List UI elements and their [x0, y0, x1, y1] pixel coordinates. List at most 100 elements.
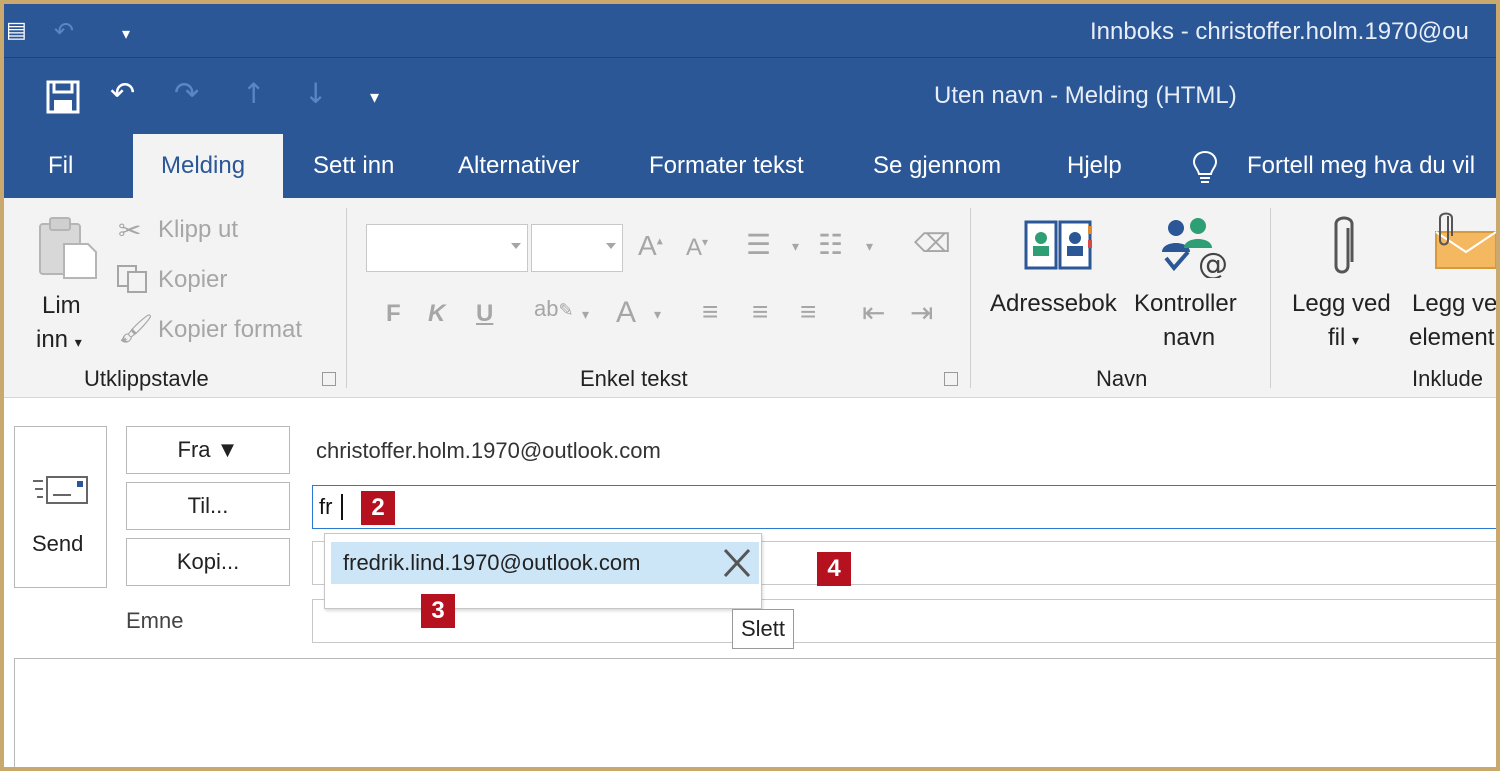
basic-text-launcher-icon[interactable]: [944, 372, 958, 386]
format-painter-button[interactable]: Kopier format: [158, 316, 302, 344]
attach-file-line1[interactable]: Legg ved: [1292, 290, 1391, 318]
tab-review[interactable]: Se gjennom: [873, 134, 1001, 198]
font-size-combo[interactable]: [531, 224, 623, 272]
tab-file[interactable]: Fil: [48, 134, 73, 198]
increase-indent-icon[interactable]: ⇥: [910, 296, 933, 329]
scissors-icon: ✂: [118, 215, 142, 246]
paste-label-line1[interactable]: Lim: [42, 292, 81, 320]
chevron-down-icon: ▾: [1352, 332, 1360, 348]
redo-icon[interactable]: ↷: [174, 79, 199, 109]
chevron-down-icon: ▾: [74, 334, 82, 350]
inbox-window-title: Innboks - christoffer.holm.1970@ou: [1090, 18, 1469, 45]
chevron-down-icon: [606, 243, 616, 249]
numbering-icon[interactable]: ☷: [818, 228, 843, 261]
include-group-label: Inklude: [1412, 366, 1483, 391]
customize-toolbar-icon[interactable]: ▾: [122, 22, 130, 46]
tab-message[interactable]: Melding: [133, 134, 283, 198]
names-group-label: Navn: [1096, 366, 1148, 391]
underline-button[interactable]: U: [476, 300, 493, 328]
send-envelope-icon: [33, 476, 88, 504]
check-names-line1[interactable]: Kontroller: [1134, 290, 1237, 318]
align-left-icon[interactable]: ≡: [702, 296, 718, 328]
chevron-down-icon[interactable]: ▾: [582, 306, 589, 323]
basic-text-group-label: Enkel tekst: [580, 366, 688, 391]
outlook-app-icon: ▤: [6, 18, 27, 43]
tell-me-search[interactable]: Fortell meg hva du vil: [1247, 134, 1475, 198]
autocomplete-item[interactable]: fredrik.lind.1970@outlook.com: [331, 542, 759, 584]
from-button[interactable]: Fra ▼: [126, 426, 290, 474]
format-painter-icon: 🖌: [118, 313, 154, 344]
to-field[interactable]: fr: [312, 485, 1496, 529]
italic-button[interactable]: K: [428, 300, 445, 328]
tab-options[interactable]: Alternativer: [458, 134, 579, 198]
cut-button[interactable]: Klipp ut: [158, 216, 238, 244]
to-field-text: fr: [319, 494, 333, 519]
delete-tooltip: Slett: [732, 609, 794, 649]
address-book-icon[interactable]: [1022, 216, 1094, 276]
chevron-down-icon[interactable]: ▾: [866, 238, 873, 255]
paste-label-line2[interactable]: inn ▾: [36, 326, 82, 354]
clipboard-paste-icon[interactable]: [36, 214, 100, 282]
message-body[interactable]: [14, 658, 1496, 767]
delete-suggestion-icon[interactable]: [721, 548, 753, 578]
group-separator: [970, 208, 971, 388]
ribbon: Lim inn ▾ ✂ Klipp ut Kopier 🖌 Kopier for…: [4, 198, 1496, 398]
clipboard-group-label: Utklippstavle: [84, 366, 209, 391]
address-book-button[interactable]: Adressebok: [990, 290, 1117, 318]
dropdown-triangle-icon: ▼: [216, 437, 239, 462]
tab-insert[interactable]: Sett inn: [313, 134, 394, 198]
copy-button[interactable]: Kopier: [158, 266, 227, 294]
grow-font-icon[interactable]: A▴: [638, 230, 663, 262]
clear-formatting-icon[interactable]: ⌫: [914, 228, 951, 259]
autocomplete-list: fredrik.lind.1970@outlook.com: [324, 533, 762, 609]
customize-toolbar-icon[interactable]: ▾: [370, 86, 379, 110]
svg-text:@: @: [1198, 247, 1228, 278]
tab-help[interactable]: Hjelp: [1067, 134, 1122, 198]
align-right-icon[interactable]: ≡: [800, 296, 816, 328]
from-address: christoffer.holm.1970@outlook.com: [316, 438, 661, 463]
attach-item-line2[interactable]: element: [1409, 324, 1494, 352]
send-label: Send: [32, 531, 84, 556]
copy-icon: [117, 265, 147, 293]
step-badge-4: 4: [817, 552, 851, 586]
subject-label: Emne: [126, 608, 184, 633]
cc-button[interactable]: Kopi...: [126, 538, 290, 586]
paperclip-icon[interactable]: [1330, 214, 1356, 280]
check-names-line2[interactable]: navn: [1163, 324, 1215, 352]
step-badge-2: 2: [361, 491, 395, 525]
ribbon-tabs: Fil Melding Sett inn Alternativer Format…: [4, 134, 1496, 198]
arrow-down-icon[interactable]: ↓: [304, 80, 327, 108]
arrow-up-icon[interactable]: ↑: [242, 80, 265, 108]
clipboard-launcher-icon[interactable]: [322, 372, 336, 386]
attach-item-line1[interactable]: Legg ve: [1412, 290, 1496, 318]
to-button[interactable]: Til...: [126, 482, 290, 530]
highlight-icon[interactable]: ab✎: [534, 296, 574, 322]
font-color-icon[interactable]: A: [616, 296, 636, 330]
outlook-compose-window: ▤ ↶ ▾ Innboks - christoffer.holm.1970@ou…: [4, 4, 1496, 767]
save-icon[interactable]: [46, 80, 80, 114]
undo-icon[interactable]: ↶: [54, 19, 74, 43]
tab-format-text[interactable]: Formater tekst: [649, 134, 804, 198]
chevron-down-icon: [511, 243, 521, 249]
step-badge-3: 3: [421, 594, 455, 628]
outlook-title-bar: ▤ ↶ ▾ Innboks - christoffer.holm.1970@ou: [4, 4, 1496, 58]
chevron-down-icon[interactable]: ▾: [654, 306, 661, 323]
decrease-indent-icon[interactable]: ⇤: [862, 296, 885, 329]
autocomplete-address: fredrik.lind.1970@outlook.com: [343, 550, 641, 575]
bullets-icon[interactable]: ☰: [746, 228, 771, 261]
undo-icon[interactable]: ↶: [110, 79, 135, 109]
bold-button[interactable]: F: [386, 300, 401, 328]
check-names-icon[interactable]: @: [1158, 212, 1232, 278]
font-name-combo[interactable]: [366, 224, 528, 272]
align-center-icon[interactable]: ≡: [752, 296, 768, 328]
group-separator: [346, 208, 347, 388]
attach-item-icon[interactable]: [1432, 210, 1496, 270]
text-cursor: [341, 494, 343, 520]
message-window-title: Uten navn - Melding (HTML): [934, 82, 1237, 109]
send-button[interactable]: Send: [14, 426, 107, 588]
message-title-bar: ↶ ↷ ↑ ↓ ▾ Uten navn - Melding (HTML): [4, 58, 1496, 134]
shrink-font-icon[interactable]: A▾: [686, 234, 708, 262]
lightbulb-icon: [1192, 150, 1218, 183]
chevron-down-icon[interactable]: ▾: [792, 238, 799, 255]
attach-file-line2[interactable]: fil ▾: [1328, 324, 1359, 352]
